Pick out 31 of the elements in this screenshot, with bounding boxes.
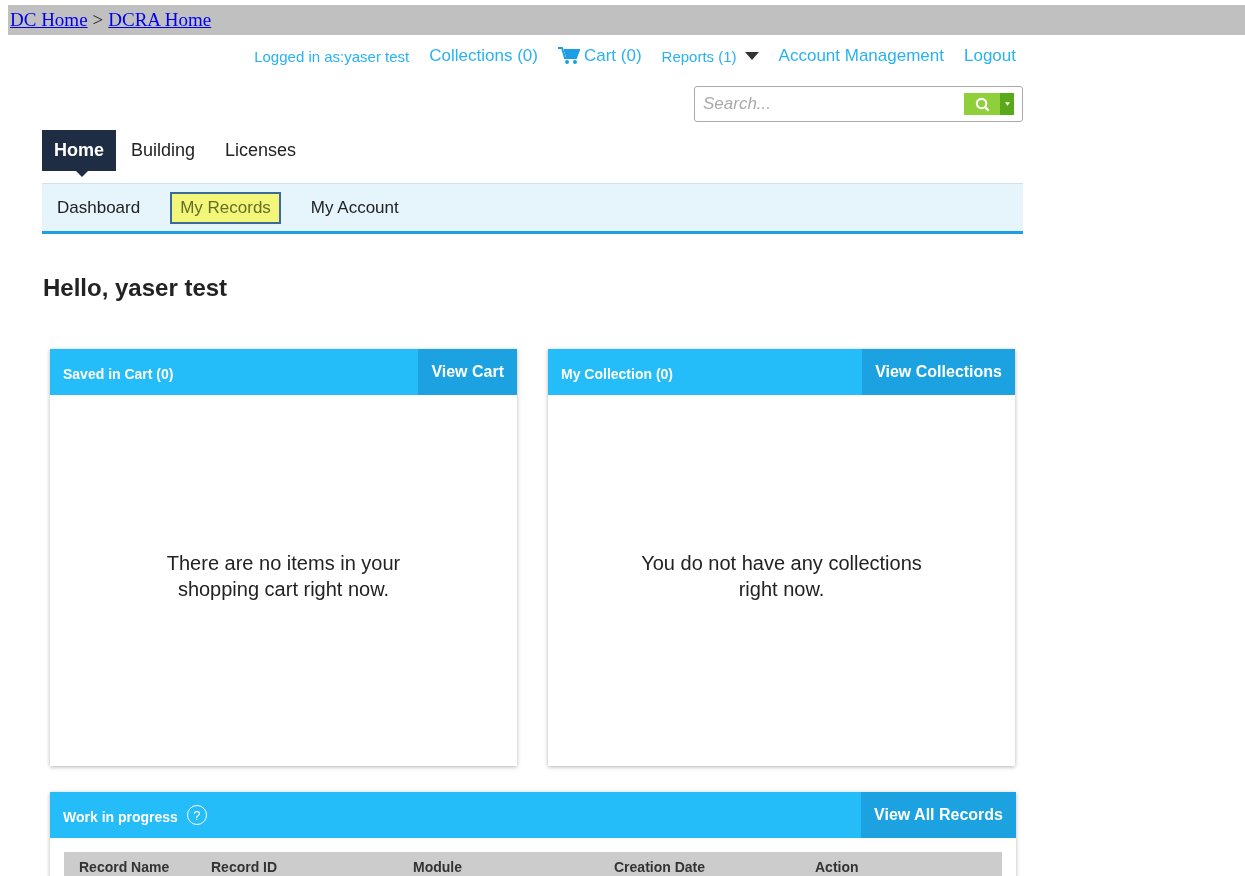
search-button[interactable] — [964, 93, 1000, 115]
column-header[interactable]: Record ID — [196, 859, 398, 875]
cart-icon — [557, 47, 580, 65]
panel-title: My Collection (0) — [560, 365, 674, 382]
breadcrumb-link[interactable]: DC Home — [10, 9, 88, 31]
sub-nav-link[interactable]: My Records — [170, 191, 281, 224]
breadcrumb-separator: > — [92, 9, 104, 31]
empty-message: You do not have any collections right now. — [640, 550, 923, 602]
search-bar[interactable]: Search... — [694, 86, 1023, 122]
panel-button[interactable]: View All Records — [861, 792, 1016, 838]
sub-nav-link[interactable]: My Account — [300, 191, 409, 224]
logged-in-label: Logged in as:yaser test — [254, 47, 410, 65]
empty-message: There are no items in your shopping cart right now. — [165, 550, 402, 602]
nav-tab[interactable]: Licenses — [210, 130, 312, 171]
column-header[interactable]: Record Name — [64, 859, 196, 875]
sub-nav-link[interactable]: Dashboard — [47, 191, 151, 224]
panel-title: Work in progress — [62, 808, 178, 825]
breadcrumb-link[interactable]: DCRA Home — [108, 9, 212, 31]
tab-pointer-icon — [76, 171, 88, 177]
panel-title: Saved in Cart (0) — [62, 365, 175, 382]
greeting: Hello, yaser test — [43, 274, 229, 302]
column-header[interactable]: Action — [800, 859, 1002, 875]
caret-icon — [744, 52, 759, 60]
panel-button[interactable]: View Cart — [418, 349, 517, 395]
caret-icon — [1004, 102, 1010, 106]
search-icon — [974, 96, 990, 112]
column-header[interactable]: Module — [398, 859, 599, 875]
search-options-button[interactable] — [1000, 93, 1014, 115]
nav-tab[interactable]: Building — [116, 130, 211, 171]
panel-button[interactable]: View Collections — [862, 349, 1015, 395]
column-header[interactable]: Creation Date — [599, 859, 800, 875]
